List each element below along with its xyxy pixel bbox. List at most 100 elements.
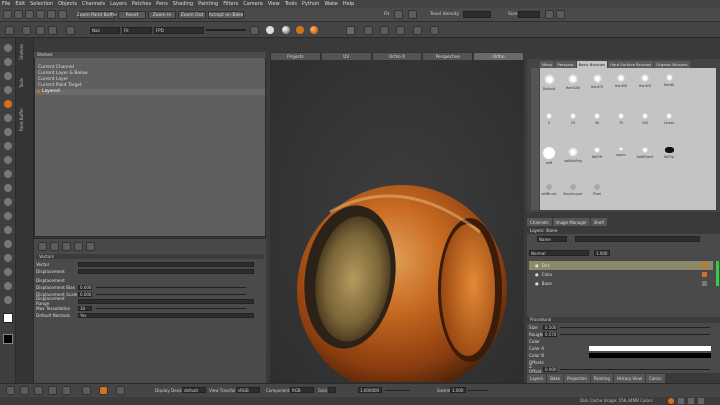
brush-item[interactable]: softAirPng — [563, 147, 583, 163]
brush-item[interactable]: fallTip — [659, 147, 679, 159]
tab-uv[interactable]: UV — [320, 52, 372, 61]
component-dropdown[interactable]: RGB — [290, 387, 314, 393]
move-icon[interactable] — [34, 386, 43, 395]
tab-shelf[interactable]: Shelf — [590, 218, 607, 226]
selection-item[interactable]: Current Paint Target — [38, 83, 82, 89]
brush-item[interactable]: 0 — [539, 113, 559, 125]
measure-tool-icon[interactable] — [4, 254, 12, 262]
background-color-swatch[interactable] — [3, 334, 13, 344]
prop-slider[interactable] — [96, 286, 246, 288]
proc-slider[interactable] — [560, 333, 710, 335]
filter-icon[interactable] — [86, 242, 95, 251]
info-icon[interactable] — [698, 398, 704, 404]
brush-item[interactable]: BrushLayer — [563, 184, 583, 196]
tab-basic-brushes[interactable]: Basic Brushes — [576, 61, 608, 68]
gain-slider[interactable] — [385, 390, 410, 391]
layer-row[interactable]: ● Color — [529, 270, 713, 279]
tab-history-view[interactable]: History View — [613, 374, 645, 383]
gain-field[interactable]: 1.000000 — [358, 387, 382, 393]
tab-painting[interactable]: Painting — [590, 374, 613, 383]
opacity-slider[interactable] — [206, 29, 246, 31]
selection-item-selected[interactable]: Layered — [35, 89, 265, 95]
group-icon[interactable] — [62, 242, 71, 251]
lock-icon[interactable] — [66, 26, 75, 35]
env-icon[interactable] — [396, 26, 405, 35]
stencil-icon[interactable] — [58, 10, 67, 19]
flat-shade-icon[interactable] — [266, 26, 274, 34]
paint-tool-icon[interactable] — [4, 100, 12, 108]
shadow-icon[interactable] — [380, 26, 389, 35]
prop-field[interactable]: 0.000 — [78, 284, 92, 290]
move-tool-icon[interactable] — [4, 58, 12, 66]
brush-item[interactable]: Linear — [659, 113, 679, 125]
prop-slider[interactable] — [96, 307, 246, 309]
brush-item[interactable]: Hard100 — [563, 74, 583, 90]
tab-hard-surface-brushes[interactable]: Hard Surface Brushes — [608, 61, 654, 68]
window-icon[interactable] — [556, 10, 565, 19]
zoom-paint-buffer-button[interactable]: Zoom Paint Buffer — [77, 11, 117, 19]
prop-field[interactable] — [78, 298, 254, 304]
menu-edit[interactable]: Edit — [15, 1, 25, 7]
sponge-tool-icon[interactable] — [4, 212, 12, 220]
foreground-color-swatch[interactable] — [3, 313, 13, 323]
hdr-icon[interactable] — [413, 26, 422, 35]
blur-tool-icon[interactable] — [4, 184, 12, 192]
tab-organic-brushes[interactable]: Organic Brushes — [654, 61, 690, 68]
proc-slider[interactable] — [560, 368, 710, 370]
layers-search-input[interactable] — [575, 236, 700, 242]
accept-on-bake-button[interactable]: Accept on Bake — [208, 11, 244, 19]
display-device-dropdown[interactable]: default — [182, 387, 206, 393]
camera-icon[interactable] — [22, 26, 31, 35]
menu-patches[interactable]: Patches — [132, 1, 151, 7]
snap-icon[interactable] — [82, 386, 91, 395]
tab-bake[interactable]: Bake — [547, 374, 564, 383]
layer-icon[interactable] — [25, 10, 34, 19]
view-transform-dropdown[interactable]: sRGB — [236, 387, 260, 393]
zoom-in-button[interactable]: Zoom In — [148, 11, 176, 19]
tab-projection[interactable]: Projection — [564, 374, 590, 383]
light-icon[interactable] — [364, 26, 373, 35]
menu-filters[interactable]: Filters — [223, 1, 238, 7]
smooth-shade-icon[interactable] — [282, 26, 290, 34]
menu-tools[interactable]: Tools — [285, 1, 297, 7]
menu-layers[interactable]: Layers — [110, 1, 127, 7]
tab-perspective[interactable]: Perspective — [422, 52, 474, 61]
brush-item[interactable]: 50 — [587, 113, 607, 125]
lit-shade-icon[interactable] — [310, 26, 318, 34]
tab-image-manager[interactable]: Image Manager — [552, 218, 590, 226]
clone-tool-icon[interactable] — [4, 156, 12, 164]
brush-item[interactable]: defBrush — [539, 184, 559, 196]
menu-view[interactable]: View — [268, 1, 280, 7]
tab-layers[interactable]: Layers — [527, 374, 547, 383]
gamma-slider[interactable] — [468, 390, 488, 391]
tab-shelves[interactable]: Shelves — [19, 44, 24, 60]
brush-item[interactable]: Hard0 — [659, 74, 679, 87]
brush-item[interactable]: 75 — [611, 113, 631, 125]
menu-selection[interactable]: Selection — [30, 1, 53, 7]
brush-icon[interactable] — [14, 10, 23, 19]
duplicate-icon[interactable] — [50, 242, 59, 251]
size-field[interactable] — [518, 11, 540, 18]
menu-help[interactable]: Help — [343, 1, 354, 7]
selection-item[interactable]: Current Channel — [38, 65, 74, 71]
gradient-tool-icon[interactable] — [4, 240, 12, 248]
prop-field[interactable]: 0.000 — [78, 291, 92, 297]
dodge-tool-icon[interactable] — [4, 198, 12, 206]
sphere-icon[interactable] — [250, 26, 259, 35]
fpd-field[interactable]: FPD — [154, 27, 204, 34]
display-icon[interactable] — [430, 26, 439, 35]
grid-icon[interactable] — [408, 10, 417, 19]
fps-icon[interactable] — [688, 398, 694, 404]
rusted-sphere-model[interactable] — [270, 62, 524, 382]
fit-icon[interactable] — [394, 10, 403, 19]
fill-tool-icon[interactable] — [4, 128, 12, 136]
brush-item[interactable]: Pixel — [587, 184, 607, 196]
brush-item[interactable]: Hard25 — [635, 74, 655, 88]
eye-icon[interactable]: ● — [535, 281, 539, 286]
camera-mode-icon[interactable] — [116, 386, 125, 395]
eye-icon[interactable] — [5, 26, 14, 35]
prop-field[interactable] — [78, 261, 254, 267]
tab-ortho-x[interactable]: Ortho X — [371, 52, 423, 61]
tab-personal[interactable]: Personal — [555, 61, 576, 68]
prop-field[interactable] — [78, 268, 254, 274]
